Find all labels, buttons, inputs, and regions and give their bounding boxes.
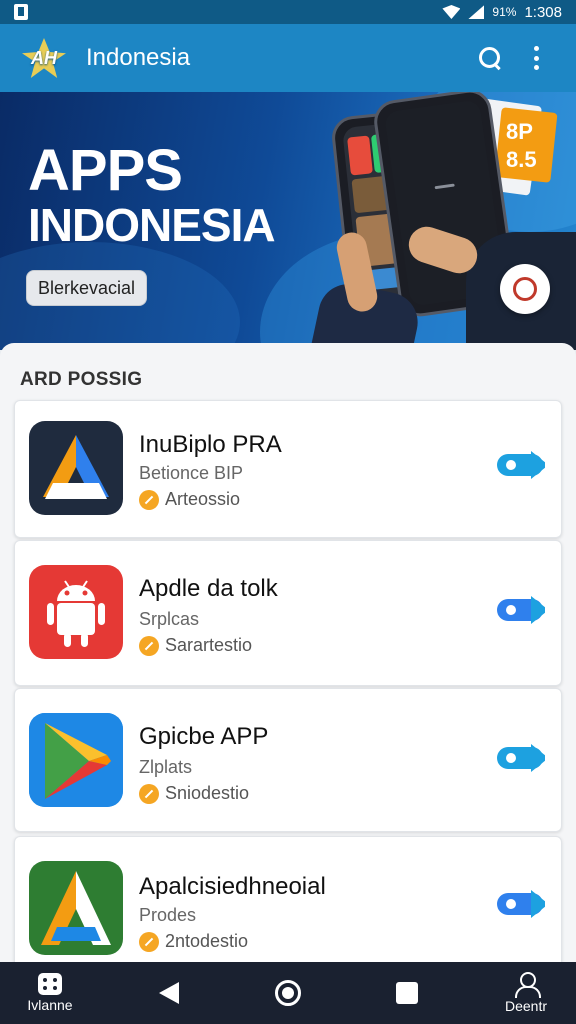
install-toggle-icon[interactable] xyxy=(497,454,543,476)
app-meta-text: Sarartestio xyxy=(165,635,253,655)
hero-title-line2: INDONESIA xyxy=(28,199,276,251)
a-letter-icon xyxy=(29,861,123,955)
person-icon xyxy=(513,972,541,998)
search-button[interactable] xyxy=(470,38,510,78)
hero-cta-button[interactable]: Blerkevacial xyxy=(26,270,147,306)
nav-item-games[interactable]: Ivlanne xyxy=(20,973,80,1013)
hero-phones-illustration: 8P 8.5 xyxy=(308,92,576,350)
android-robot-icon xyxy=(29,565,123,659)
install-toggle-icon[interactable] xyxy=(497,599,543,621)
record-icon xyxy=(513,277,537,301)
square-icon xyxy=(396,982,418,1004)
recents-button[interactable] xyxy=(377,982,437,1004)
status-bar: 91% 1:308 xyxy=(0,0,576,24)
logo-text: AH xyxy=(31,47,57,68)
coin-icon xyxy=(139,931,159,952)
signal-icon xyxy=(468,5,485,19)
app-logo: AH xyxy=(20,36,68,80)
overflow-menu-button[interactable] xyxy=(516,38,556,78)
home-circle-icon xyxy=(275,980,301,1006)
app-meta: Arteossio xyxy=(139,489,240,510)
search-icon xyxy=(478,46,502,70)
app-meta-text: 2ntodestio xyxy=(165,931,249,951)
nav-label: Ivlanne xyxy=(27,997,73,1013)
bottom-navigation: Ivlanne Deentr xyxy=(0,962,576,1024)
app-bar: AH Indonesia xyxy=(0,24,576,92)
clock: 1:308 xyxy=(524,3,562,21)
section-title: ARD POSSIG xyxy=(20,369,143,390)
install-toggle-icon[interactable] xyxy=(497,747,543,769)
app-subtitle: Betionce BIP xyxy=(139,463,244,483)
list-item[interactable]: Gpicbe APP Zlplats Sniodestio xyxy=(14,688,562,832)
app-name: Gpicbe APP xyxy=(139,723,269,750)
nav-item-profile[interactable]: Deentr xyxy=(496,972,556,1014)
app-meta-text: Arteossio xyxy=(165,489,241,509)
app-list-section: ARD POSSIG InuBiplo PRA Betionce BIP Art… xyxy=(0,343,576,963)
app-meta: 2ntodestio xyxy=(139,931,248,952)
list-item[interactable]: Apdle da tolk Srplcas Sarartestio xyxy=(14,540,562,686)
dice-icon xyxy=(38,973,62,995)
list-item[interactable]: Apalcisiedhneoial Prodes 2ntodestio xyxy=(14,836,562,963)
page-title: Indonesia xyxy=(86,44,191,71)
app-subtitle: Prodes xyxy=(139,905,197,925)
nav-label: Deentr xyxy=(504,998,548,1014)
app-meta: Sniodestio xyxy=(139,783,249,804)
coin-icon xyxy=(139,635,159,656)
app-subtitle: Zlplats xyxy=(139,757,193,777)
home-button[interactable] xyxy=(258,980,318,1006)
app-name: Apdle da tolk xyxy=(139,575,278,602)
list-item[interactable]: InuBiplo PRA Betionce BIP Arteossio xyxy=(14,400,562,538)
app-name: Apalcisiedhneoial xyxy=(139,873,326,900)
sd-card-icon xyxy=(14,4,28,20)
play-triangle-icon xyxy=(29,713,123,807)
app-meta: Sarartestio xyxy=(139,635,252,656)
back-icon xyxy=(159,982,179,1004)
hero-title-line1: APPS xyxy=(28,138,183,203)
battery-level: 91% xyxy=(492,5,517,19)
coin-icon xyxy=(139,783,159,804)
coin-icon xyxy=(139,489,159,510)
app-name: InuBiplo PRA xyxy=(139,431,282,458)
app-meta-text: Sniodestio xyxy=(165,783,250,803)
app-subtitle: Srplcas xyxy=(139,609,200,629)
delta-triangle-icon xyxy=(29,421,123,515)
more-vertical-icon xyxy=(533,46,539,70)
hero-badge-text: 8P 8.5 xyxy=(506,119,537,172)
wifi-icon xyxy=(442,5,461,19)
back-button[interactable] xyxy=(139,982,199,1004)
record-button[interactable] xyxy=(500,264,550,314)
hero-banner[interactable]: APPS INDONESIA Blerkevacial 8P 8.5 xyxy=(0,92,576,350)
install-toggle-icon[interactable] xyxy=(497,893,543,915)
